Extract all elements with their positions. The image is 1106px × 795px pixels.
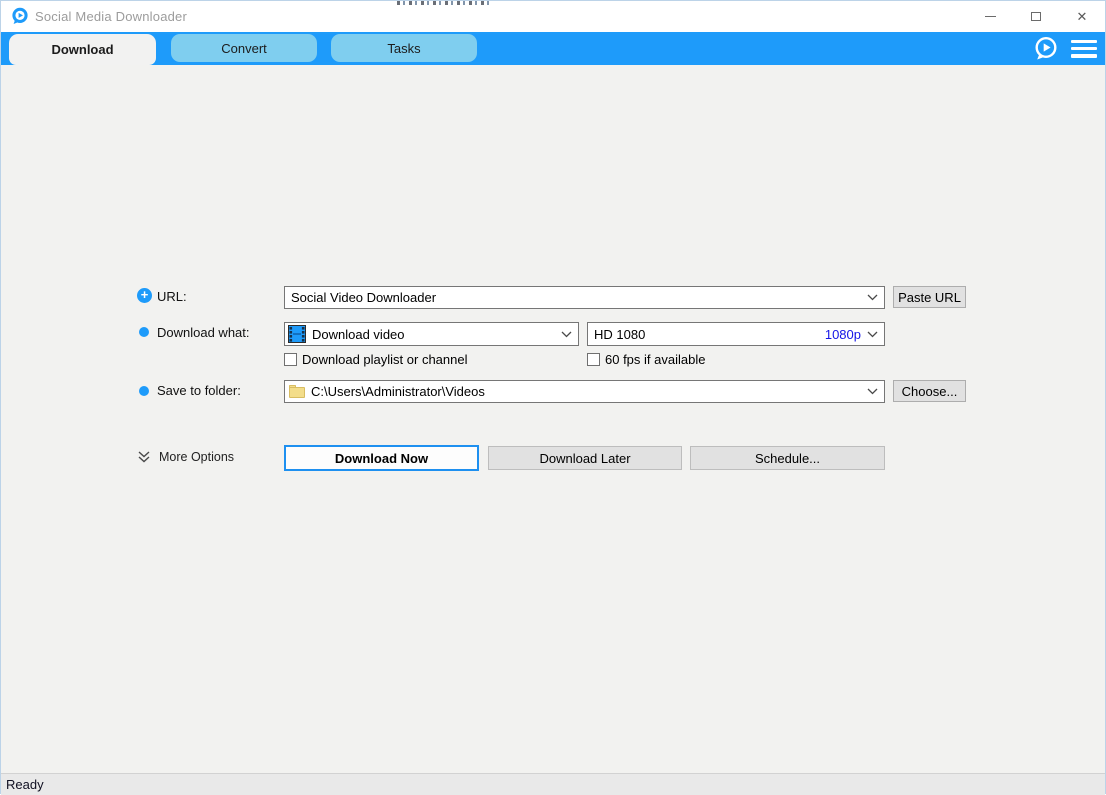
window-controls: ✕ [967, 1, 1105, 32]
download-what-combobox[interactable]: Download video [284, 322, 579, 346]
tab-tasks-label: Tasks [387, 41, 420, 56]
quality-combobox[interactable]: HD 1080 1080p [587, 322, 885, 346]
folder-icon [289, 385, 305, 398]
menu-button[interactable] [1071, 40, 1097, 58]
fps-checkbox-row: 60 fps if available [587, 352, 705, 367]
playlist-checkbox-label: Download playlist or channel [302, 352, 467, 367]
download-what-label: Download what: [157, 325, 250, 340]
app-window: Social Media Downloader ✕ Download Conve… [0, 0, 1106, 794]
download-now-button[interactable]: Download Now [284, 445, 479, 471]
more-options-label: More Options [159, 450, 234, 464]
chevron-down-icon[interactable] [867, 331, 878, 338]
url-combobox[interactable]: Social Video Downloader [284, 286, 885, 309]
quality-badge: 1080p [825, 327, 861, 342]
status-text: Ready [6, 777, 44, 792]
save-folder-bullet-icon [139, 386, 149, 396]
tab-convert[interactable]: Convert [171, 34, 317, 62]
fps-checkbox-label: 60 fps if available [605, 352, 705, 367]
schedule-button[interactable]: Schedule... [690, 446, 885, 470]
fps-checkbox[interactable] [587, 353, 600, 366]
download-what-value: Download video [312, 327, 555, 342]
app-logo-icon [11, 7, 29, 25]
status-bar: Ready [1, 773, 1105, 795]
add-url-icon: + [137, 288, 152, 303]
window-title: Social Media Downloader [35, 9, 187, 24]
maximize-button[interactable] [1013, 1, 1059, 32]
paste-url-button[interactable]: Paste URL [893, 286, 966, 308]
titlebar: Social Media Downloader ✕ [1, 1, 1105, 32]
playlist-checkbox-row: Download playlist or channel [284, 352, 467, 367]
minimize-icon [985, 16, 996, 17]
schedule-label: Schedule... [755, 451, 820, 466]
tab-bar: Download Convert Tasks [1, 32, 1105, 65]
chevron-down-icon[interactable] [561, 331, 572, 338]
chevron-down-icon[interactable] [867, 388, 878, 395]
quality-value: HD 1080 [594, 327, 825, 342]
double-chevron-down-icon [137, 450, 151, 464]
save-folder-combobox[interactable]: C:\Users\Administrator\Videos [284, 380, 885, 403]
tab-tasks[interactable]: Tasks [331, 34, 477, 62]
chevron-down-icon[interactable] [867, 294, 878, 301]
download-what-bullet-icon [139, 327, 149, 337]
download-later-button[interactable]: Download Later [488, 446, 682, 470]
url-label: URL: [157, 289, 187, 304]
tab-download-label: Download [51, 42, 113, 57]
film-strip-icon [288, 325, 306, 343]
choose-folder-label: Choose... [902, 384, 958, 399]
download-panel: + URL: Social Video Downloader Paste URL… [1, 65, 1105, 774]
save-folder-label: Save to folder: [157, 383, 241, 398]
more-options-expander[interactable]: More Options [137, 450, 234, 464]
save-folder-value: C:\Users\Administrator\Videos [311, 384, 861, 399]
paste-url-label: Paste URL [898, 290, 961, 305]
video-bubble-icon[interactable] [1032, 35, 1059, 62]
download-now-label: Download Now [335, 451, 428, 466]
close-button[interactable]: ✕ [1059, 1, 1105, 32]
tab-download[interactable]: Download [9, 34, 156, 65]
clipped-overlay-artifact [397, 1, 489, 5]
minimize-button[interactable] [967, 1, 1013, 32]
download-later-label: Download Later [539, 451, 630, 466]
playlist-checkbox[interactable] [284, 353, 297, 366]
choose-folder-button[interactable]: Choose... [893, 380, 966, 402]
tab-convert-label: Convert [221, 41, 267, 56]
tabbar-actions [1032, 32, 1097, 65]
url-value: Social Video Downloader [291, 290, 861, 305]
menu-icon [1071, 40, 1097, 44]
maximize-icon [1031, 12, 1041, 21]
close-icon: ✕ [1077, 10, 1088, 23]
